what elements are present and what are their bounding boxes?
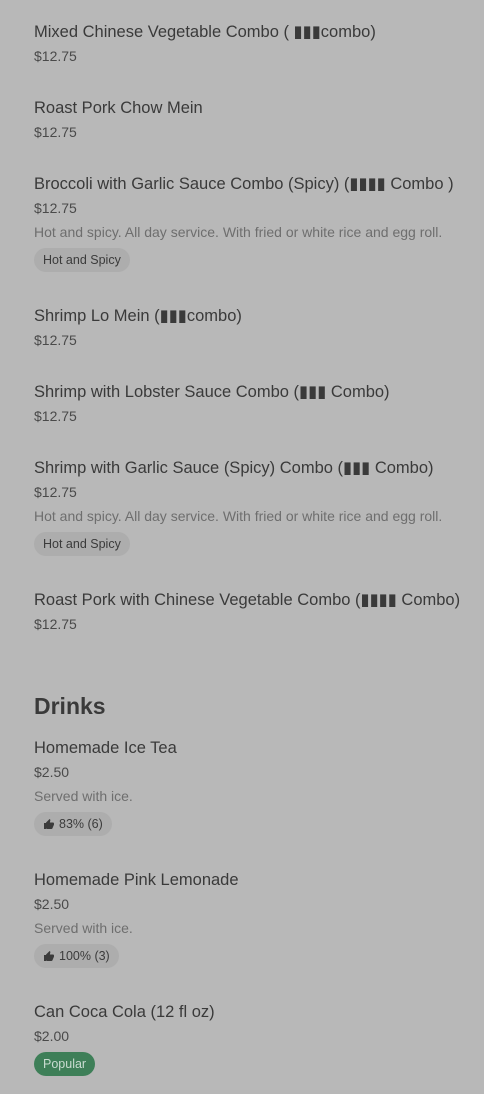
item-name: Shrimp with Lobster Sauce Combo (▮▮▮ Com… xyxy=(34,383,390,401)
item-description: Served with ice. xyxy=(34,788,133,804)
item-name: Roast Pork with Chinese Vegetable Combo … xyxy=(34,591,461,609)
item-price: $12.75 xyxy=(34,332,77,348)
item-description: Served with ice. xyxy=(34,920,133,936)
item-price: $12.75 xyxy=(34,48,77,64)
thumbs-up-icon xyxy=(44,819,54,829)
item-price: $12.75 xyxy=(34,124,77,140)
section-title-drinks: Drinks xyxy=(34,693,106,719)
menu-item[interactable]: Roast Pork with Chinese Vegetable Combo … xyxy=(34,589,474,634)
menu-item[interactable]: Homemade Ice Tea $2.50 Served with ice. … xyxy=(34,737,474,836)
item-price: $12.75 xyxy=(34,200,77,216)
menu-item[interactable]: Mixed Chinese Vegetable Combo ( ▮▮▮combo… xyxy=(34,21,474,66)
item-price: $2.50 xyxy=(34,896,70,912)
item-name: Homemade Pink Lemonade xyxy=(34,871,239,889)
spicy-tag: Hot and Spicy xyxy=(34,532,130,556)
item-name: Roast Pork Chow Mein xyxy=(34,99,203,117)
spicy-tag: Hot and Spicy xyxy=(34,248,130,272)
rating-badge: 83% (6) xyxy=(34,812,112,836)
item-description: Hot and spicy. All day service. With fri… xyxy=(34,224,443,240)
item-name: Mixed Chinese Vegetable Combo ( ▮▮▮combo… xyxy=(34,23,376,41)
menu-item[interactable]: Shrimp with Lobster Sauce Combo (▮▮▮ Com… xyxy=(34,381,474,426)
thumbs-up-icon xyxy=(44,951,54,961)
rating-text: 83% (6) xyxy=(59,817,103,831)
item-name: Broccoli with Garlic Sauce Combo (Spicy)… xyxy=(34,175,454,193)
item-description: Hot and spicy. All day service. With fri… xyxy=(34,508,443,524)
menu-item[interactable]: Homemade Pink Lemonade $2.50 Served with… xyxy=(34,869,474,968)
tag-label: Hot and Spicy xyxy=(43,537,121,551)
tag-label: Hot and Spicy xyxy=(43,253,121,267)
menu-item[interactable]: Shrimp Lo Mein (▮▮▮combo) $12.75 xyxy=(34,305,474,350)
item-price: $12.75 xyxy=(34,408,77,424)
menu-item[interactable]: Broccoli with Garlic Sauce Combo (Spicy)… xyxy=(34,173,474,272)
menu-item[interactable]: Can Coca Cola (12 fl oz) $2.00 Popular xyxy=(34,1001,474,1076)
item-name: Shrimp Lo Mein (▮▮▮combo) xyxy=(34,307,242,325)
rating-badge: 100% (3) xyxy=(34,944,119,968)
menu-item[interactable]: Shrimp with Garlic Sauce (Spicy) Combo (… xyxy=(34,457,474,556)
item-price: $2.50 xyxy=(34,764,70,780)
menu-item[interactable]: Roast Pork Chow Mein $12.75 xyxy=(34,97,474,142)
item-name: Can Coca Cola (12 fl oz) xyxy=(34,1003,215,1021)
item-name: Homemade Ice Tea xyxy=(34,739,177,757)
item-price: $12.75 xyxy=(34,484,77,500)
badge-label: Popular xyxy=(43,1057,87,1071)
popular-badge: Popular xyxy=(34,1052,96,1076)
item-price: $12.75 xyxy=(34,616,77,632)
item-price: $2.00 xyxy=(34,1028,70,1044)
item-name: Shrimp with Garlic Sauce (Spicy) Combo (… xyxy=(34,459,434,477)
rating-text: 100% (3) xyxy=(59,949,110,963)
